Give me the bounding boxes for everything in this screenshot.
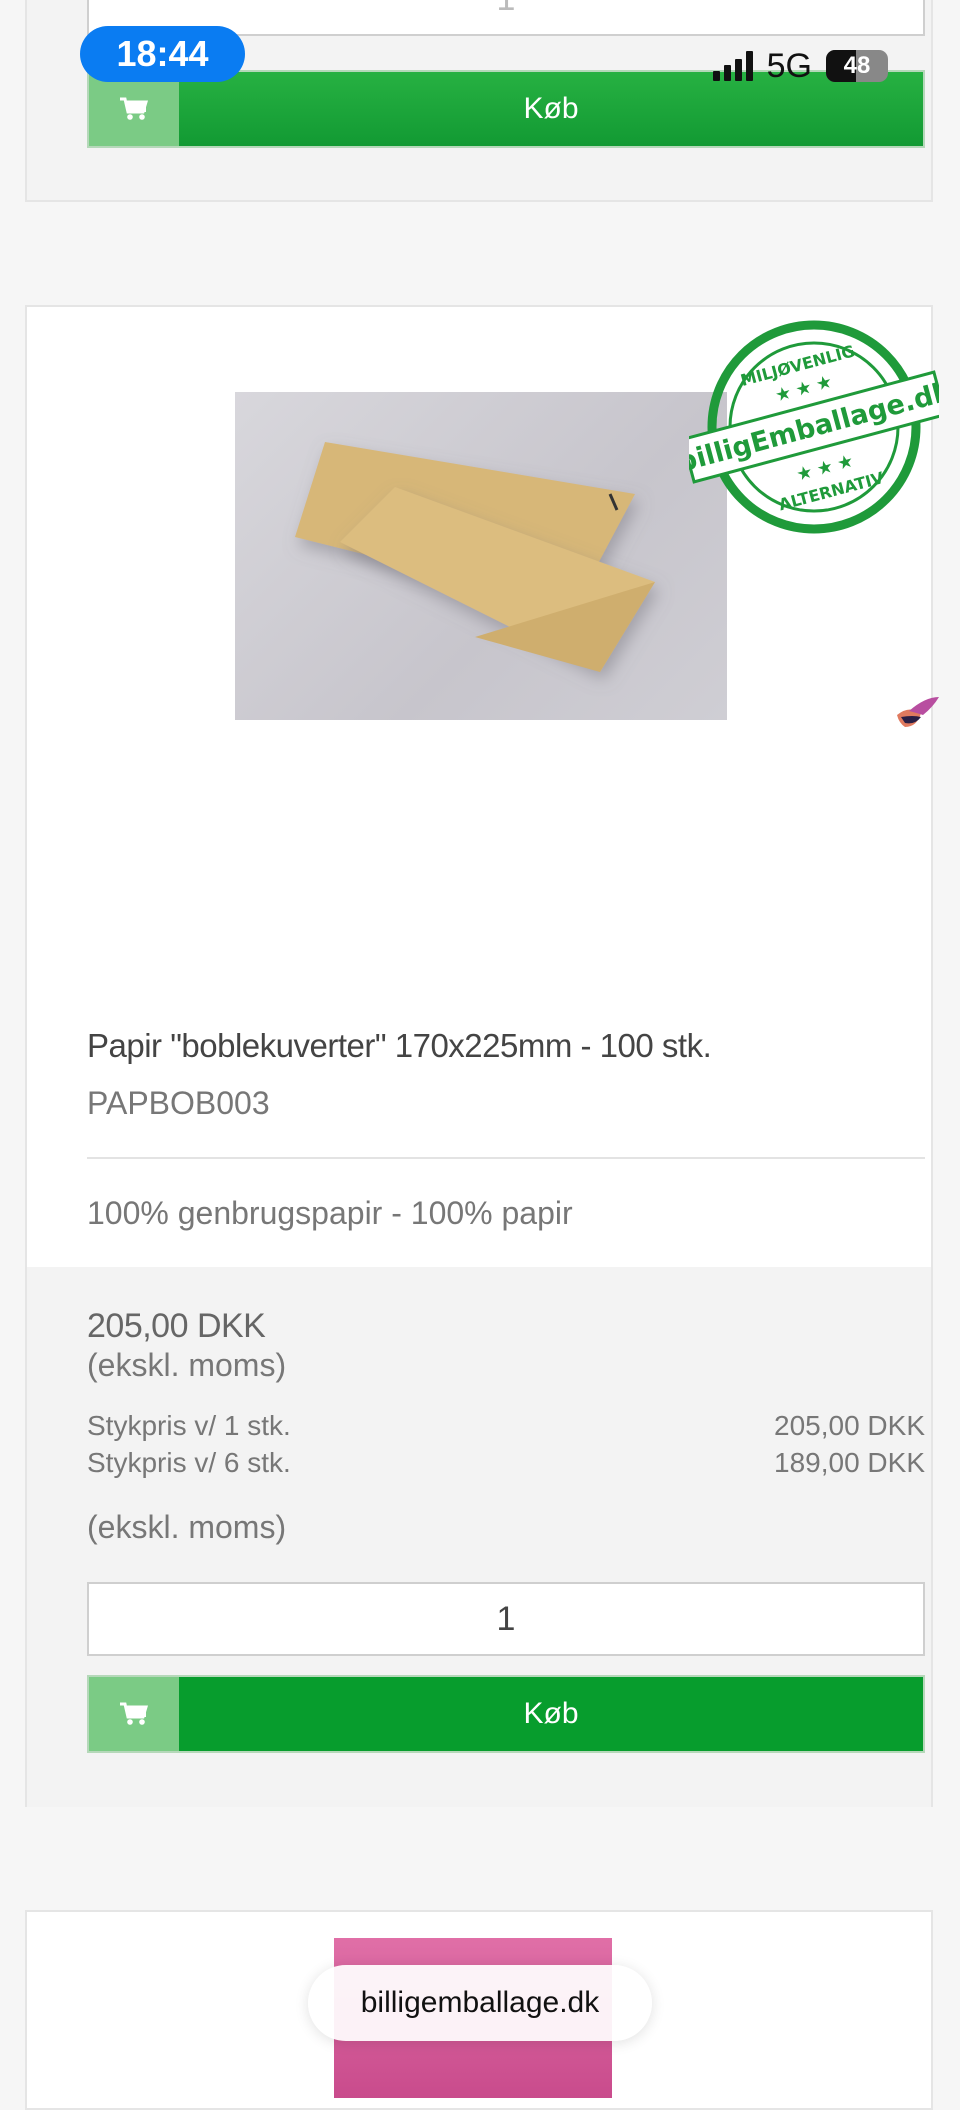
address-bar-pill[interactable]: billigemballage.dk: [308, 1965, 652, 2041]
buy-button-label: Køb: [179, 1677, 923, 1751]
divider: [87, 1157, 925, 1159]
product-title[interactable]: Papir "boblekuverter" 170x225mm - 100 st…: [87, 1027, 927, 1065]
cart-icon: [89, 1677, 179, 1751]
quantity-value: 1: [496, 1599, 516, 1638]
vat-note: (ekskl. moms): [87, 1509, 287, 1545]
battery-level: 48: [843, 52, 871, 79]
price-section: 205,00 DKK (ekskl. moms) Stykpris v/ 1 s…: [27, 1267, 931, 1807]
product-description: 100% genbrugspapir - 100% papir: [87, 1195, 573, 1231]
status-time: 18:44: [80, 26, 245, 82]
eco-badge: MILJØVENLIG ★ ★ ★ billigEmballage.dk ★ ★…: [674, 317, 955, 537]
product-price: 205,00 DKK: [87, 1307, 266, 1345]
tier-price: 189,00 DKK: [774, 1447, 925, 1478]
vat-note: (ekskl. moms): [87, 1347, 287, 1383]
cart-icon: [89, 72, 179, 146]
product-card: MILJØVENLIG ★ ★ ★ billigEmballage.dk ★ ★…: [25, 305, 955, 1807]
network-label: 5G: [766, 46, 812, 85]
quantity-input[interactable]: 1: [87, 1582, 925, 1656]
signal-icon: [712, 51, 753, 81]
tier-label: Stykpris v/ 6 stk.: [87, 1447, 291, 1478]
price-tier-row: Stykpris v/ 6 stk. 189,00 DKK: [87, 1447, 925, 1479]
chat-assistant-icon[interactable]: [887, 687, 947, 747]
price-tier-row: Stykpris v/ 1 stk. 205,00 DKK: [87, 1410, 925, 1442]
tier-price: 205,00 DKK: [774, 1410, 925, 1441]
quantity-value: 1: [497, 0, 516, 19]
product-image[interactable]: [235, 392, 727, 720]
product-sku: PAPBOB003: [87, 1085, 270, 1121]
tier-label: Stykpris v/ 1 stk.: [87, 1410, 291, 1441]
battery-icon: 48: [826, 50, 888, 82]
buy-button[interactable]: Køb: [87, 1675, 925, 1753]
status-indicators: 5G 48: [712, 46, 888, 86]
